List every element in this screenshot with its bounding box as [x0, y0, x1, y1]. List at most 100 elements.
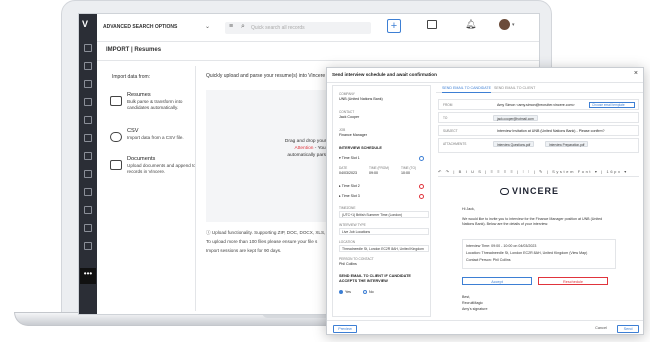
interview-location: Location: Threadneedle St, London EC2R 8…: [466, 251, 588, 255]
template-select[interactable]: Choose email template: [589, 102, 635, 108]
add-button[interactable]: +: [387, 19, 401, 33]
interview-contact: Contact Person: Phil Collins: [466, 258, 511, 262]
option-desc: Import data from a CSV file.: [127, 135, 184, 140]
import-option-documents[interactable]: Documents Upload documents and append to…: [107, 156, 207, 182]
bell-icon[interactable]: 🔔︎: [465, 19, 476, 30]
attachments-label: ATTACHMENTS: [443, 142, 467, 146]
job-label: JOB: [339, 128, 346, 132]
vincere-logo-icon[interactable]: V: [82, 19, 88, 29]
from-value: Amy Simon <amy.simon@recruiter.vincere.c…: [497, 103, 575, 107]
sidebar-item-analytics[interactable]: [84, 206, 92, 214]
tab-send-candidate[interactable]: SEND EMAIL TO CANDIDATE: [442, 86, 491, 93]
option-title: Documents: [127, 156, 156, 162]
chat-icon[interactable]: [427, 20, 437, 29]
sidebar-item-contacts[interactable]: [84, 116, 92, 124]
time-slot-2[interactable]: ▸ Time Slot 2: [339, 184, 360, 188]
time-to-input[interactable]: 10:00: [401, 171, 410, 175]
import-option-resumes[interactable]: Resumes Bulk parse & transform into cand…: [107, 92, 207, 118]
radio-no[interactable]: No: [363, 290, 374, 295]
interview-type-select[interactable]: Live Job Locations: [339, 228, 429, 235]
page-title: IMPORT | Resumes: [106, 47, 162, 53]
tab-send-client[interactable]: SEND EMAIL TO CLIENT: [494, 86, 535, 90]
subject-input[interactable]: Interview Invitation at UNB (United Nati…: [497, 129, 604, 133]
radio-yes-label: Yes: [345, 290, 351, 294]
job-value: Finance Manager: [339, 133, 367, 137]
more-dots-icon[interactable]: •••: [80, 268, 96, 284]
filter-icon[interactable]: ≡: [229, 23, 233, 30]
upload-note-3: Import sessions are kept for 90 days.: [206, 248, 282, 253]
attention-label: Attention: [294, 146, 314, 151]
sidebar-item-candidates[interactable]: [84, 98, 92, 106]
location-select[interactable]: Threadneedle St, London EC2R 8AH, United…: [339, 245, 429, 252]
time-from-input[interactable]: 09:00: [369, 171, 378, 175]
avatar-chevron-icon[interactable]: ▾: [512, 22, 515, 28]
import-option-csv[interactable]: CSV Import data from a CSV file.: [107, 128, 207, 148]
send-client-heading: SEND EMAIL TO CLIENT IF CANDIDATE ACCEPT…: [339, 274, 411, 283]
preview-button[interactable]: Preview: [333, 325, 357, 333]
time-slot-1[interactable]: ▾ Time Slot 1: [339, 156, 360, 160]
timezone-select[interactable]: (UTC+1) British Summer Time (London): [339, 211, 429, 218]
reschedule-button[interactable]: Reschedule: [538, 277, 608, 285]
search-placeholder: Quick search all records: [251, 25, 305, 31]
person-value[interactable]: Phil Collins: [339, 262, 357, 266]
sign-off: Best,: [462, 295, 471, 299]
time-from-label: TIME (FROM): [369, 166, 390, 170]
cloud-upload-icon: [110, 132, 122, 142]
attachments-row: ATTACHMENTS Interview Questions.pdf Inte…: [438, 138, 639, 153]
sidebar-item-messages[interactable]: [84, 188, 92, 196]
note-text: Upload functionality. Supporting ZIP, DO…: [211, 230, 336, 235]
vincere-brand-logo: VINCERE: [500, 186, 559, 196]
sidebar-item-finance[interactable]: [84, 152, 92, 160]
avatar[interactable]: [499, 19, 510, 30]
search-input[interactable]: ≡ ⌕ Quick search all records: [225, 22, 371, 34]
recipient-chip[interactable]: jack.cooper@hotmail.com: [493, 115, 538, 121]
option-title: CSV: [127, 128, 139, 134]
sidebar-item-dashboard[interactable]: [84, 44, 92, 52]
contact-label: CONTACT: [339, 110, 355, 114]
radio-yes[interactable]: Yes: [339, 290, 351, 295]
time-slot-3[interactable]: ▸ Time Slot 3: [339, 194, 360, 198]
remove-icon[interactable]: [419, 194, 424, 199]
send-button[interactable]: Send: [617, 325, 639, 333]
remove-icon[interactable]: [419, 184, 424, 189]
to-row: TO jack.cooper@hotmail.com: [438, 112, 639, 123]
sidebar-item-documents[interactable]: [84, 224, 92, 232]
modal-footer: Preview Cancel Send: [327, 320, 643, 336]
attachment-chip[interactable]: Interview Preparation.pdf: [545, 141, 589, 147]
interview-type-label: INTERVIEW TYPE: [339, 223, 366, 227]
vincere-mark-icon: [500, 188, 509, 196]
schedule-heading: INTERVIEW SCHEDULE: [339, 146, 382, 150]
upload-note-2: To upload more than 100 files please ens…: [206, 239, 318, 244]
email-tabs: SEND EMAIL TO CANDIDATE SEND EMAIL TO CL…: [436, 83, 643, 93]
date-input[interactable]: 04/03/2023: [339, 171, 357, 175]
chevron-down-icon[interactable]: ⌄: [205, 23, 210, 30]
email-greeting: Hi Jack,: [462, 207, 475, 211]
radio-no-label: No: [369, 290, 374, 294]
import-options-panel: Import data from: Resumes Bulk parse & t…: [102, 66, 210, 311]
company-value: UNB (United Nations Bank): [339, 97, 383, 101]
radio-dot[interactable]: [339, 290, 343, 295]
interview-details-box: Interview Time: 09:00 - 10:00 on 04/03/2…: [462, 239, 616, 269]
editor-toolbar[interactable]: ↶ ↷ | B I U S | ≡ ≡ ≡ ≡ | ⁝ ⁝ | ✎ | Syst…: [438, 169, 639, 177]
slot-label: Time Slot 3: [341, 194, 360, 198]
date-label: DATE: [339, 166, 348, 170]
modal-title: Send interview schedule and await confir…: [332, 72, 437, 77]
documents-icon: [110, 160, 122, 170]
accept-button[interactable]: Accept: [462, 277, 532, 285]
sidebar-item-jobs[interactable]: [84, 134, 92, 142]
interview-details-panel: COMPANY UNB (United Nations Bank) CONTAC…: [332, 85, 431, 317]
sidebar-item-reports[interactable]: [84, 170, 92, 178]
sidebar-item-settings[interactable]: [84, 242, 92, 250]
upload-heading: Quickly upload and parse your resume(s) …: [206, 73, 326, 79]
close-icon[interactable]: ×: [634, 70, 638, 77]
location-label: LOCATION: [339, 240, 356, 244]
sidebar-item-history[interactable]: [84, 62, 92, 70]
upload-note-1: ⓘ Upload functionality. Supporting ZIP, …: [206, 230, 336, 235]
attachment-chip[interactable]: Interview Questions.pdf: [493, 141, 535, 147]
email-body[interactable]: VINCERE Hi Jack, We would like to invite…: [460, 181, 618, 317]
radio-dot[interactable]: [363, 290, 367, 295]
info-icon[interactable]: [419, 156, 424, 161]
cancel-button[interactable]: Cancel: [591, 325, 611, 333]
sidebar-item-calendar[interactable]: [84, 80, 92, 88]
advanced-search-options[interactable]: ADVANCED SEARCH OPTIONS: [103, 24, 177, 30]
